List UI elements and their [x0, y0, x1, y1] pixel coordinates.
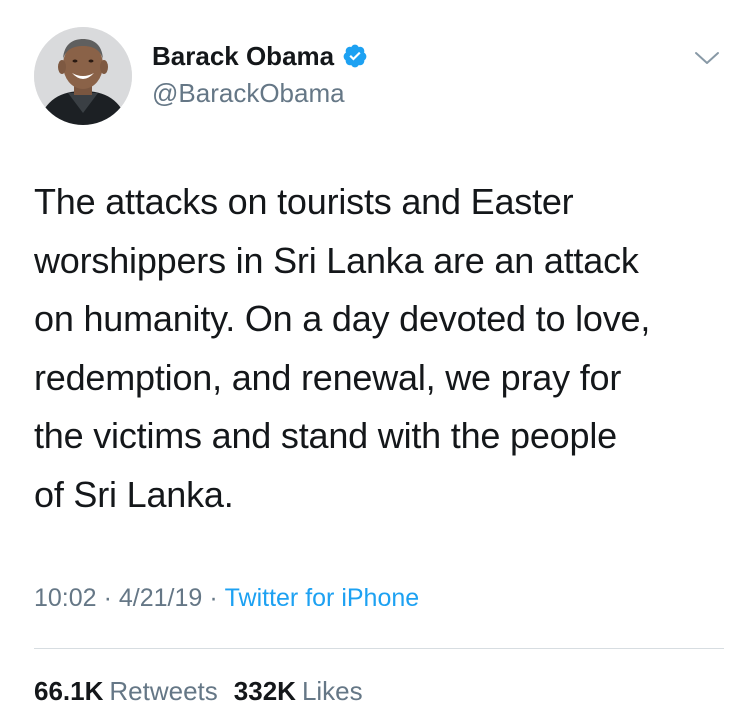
tweet-card: Barack Obama @BarackObama The attacks on…	[0, 0, 732, 720]
author-handle[interactable]: @BarackObama	[152, 78, 345, 109]
engagement-stats: 66.1K Retweets 332K Likes	[34, 676, 363, 707]
avatar[interactable]	[34, 27, 132, 125]
verified-badge-icon	[342, 43, 368, 69]
tweet-text-line: redemption, and renewal, we pray for	[34, 356, 622, 398]
author-name-row[interactable]: Barack Obama	[152, 40, 368, 72]
tweet-time[interactable]: 10:02	[34, 584, 97, 612]
retweets-count: 66.1K	[34, 676, 104, 706]
tweet-text-line: on humanity. On a day devoted to love,	[34, 298, 651, 339]
retweets-stat[interactable]: 66.1K Retweets	[34, 676, 218, 706]
likes-stat[interactable]: 332K Likes	[234, 676, 363, 706]
meta-separator: ·	[103, 584, 112, 612]
tweet-date[interactable]: 4/21/19	[119, 584, 202, 612]
tweet-text-line: the victims and stand with the people	[34, 415, 617, 456]
retweets-label: Retweets	[109, 676, 218, 706]
likes-count: 332K	[233, 676, 296, 706]
tweet-text-line: The attacks on tourists and Easter	[34, 181, 574, 222]
display-name[interactable]: Barack Obama	[152, 41, 334, 72]
tweet-metadata: 10:02 · 4/21/19 · Twitter for iPhone	[34, 584, 419, 613]
meta-separator: ·	[209, 584, 218, 612]
divider	[34, 648, 724, 649]
tweet-text-line: of Sri Lanka.	[34, 473, 234, 515]
likes-label: Likes	[301, 676, 363, 706]
tweet-source-link[interactable]: Twitter for iPhone	[225, 584, 420, 612]
chevron-down-icon[interactable]	[694, 50, 720, 68]
tweet-text: The attacks on tourists and Easter worsh…	[34, 173, 724, 524]
tweet-text-line: worshippers in Sri Lanka are an attack	[34, 239, 639, 281]
